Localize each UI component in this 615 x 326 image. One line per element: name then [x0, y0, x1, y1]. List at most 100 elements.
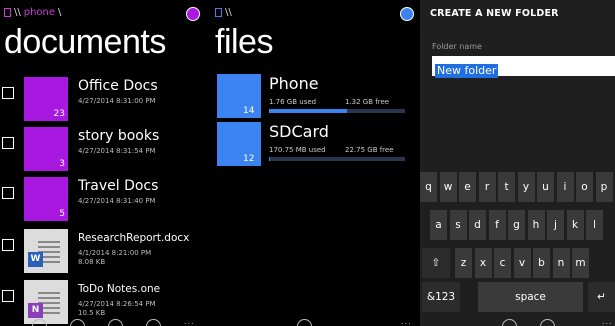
storage-free: 22.75 GB free	[345, 146, 394, 154]
key-q[interactable]: q	[420, 172, 437, 202]
space-key[interactable]: space	[478, 282, 583, 312]
storage-icon	[215, 8, 222, 17]
item-name: ToDo Notes.one	[78, 283, 161, 295]
key-e[interactable]: e	[459, 172, 476, 202]
breadcrumb-phone[interactable]: phone	[24, 7, 55, 18]
storage-used: 170.75 MB used	[269, 146, 326, 154]
key-k[interactable]: k	[566, 210, 584, 240]
breadcrumb: \\	[215, 7, 232, 18]
shift-key[interactable]: ⇧	[422, 248, 450, 278]
storage-name: SDCard	[269, 122, 329, 141]
breadcrumb-root[interactable]: \\	[225, 7, 232, 18]
phone-storage-icon: 14	[217, 74, 261, 118]
key-z[interactable]: z	[455, 248, 472, 278]
page-title: documents	[4, 23, 166, 61]
breadcrumb: \\ phone \	[4, 7, 61, 18]
folder-name-input[interactable]: New folder	[432, 56, 615, 78]
item-count: 12	[243, 154, 255, 164]
key-d[interactable]: d	[469, 210, 486, 240]
app-bar-button-1[interactable]	[502, 319, 517, 326]
more-options-icon[interactable]: ...	[401, 318, 412, 326]
app-bar: ...	[205, 316, 420, 326]
key-g[interactable]: g	[508, 210, 525, 240]
select-checkbox[interactable]	[2, 137, 14, 149]
item-name: story books	[78, 128, 160, 144]
item-date: 4/1/2014 8:21:00 PM	[78, 249, 152, 257]
key-r[interactable]: r	[478, 172, 496, 202]
storage-usage-fill	[269, 109, 347, 113]
item-name: Travel Docs	[78, 178, 159, 194]
key-b[interactable]: b	[533, 248, 550, 278]
app-bar: ...	[420, 316, 615, 326]
app-bar-button-2[interactable]	[540, 319, 555, 326]
storage-item-phone[interactable]: 14 Phone 1.76 GB used 1.32 GB free	[217, 74, 417, 124]
storage-usage-bar	[269, 157, 405, 161]
list-item[interactable]: 5 Travel Docs 4/27/2014 8:31:40 PM	[0, 177, 205, 227]
item-count: 5	[59, 209, 65, 219]
word-badge: W	[28, 252, 43, 267]
storage-free: 1.32 GB free	[345, 98, 390, 106]
storage-usage-bar	[269, 109, 405, 113]
select-checkbox[interactable]	[2, 187, 14, 199]
key-f[interactable]: f	[488, 210, 506, 240]
page-title: files	[215, 23, 273, 61]
key-w[interactable]: w	[439, 172, 457, 202]
key-v[interactable]: v	[513, 248, 531, 278]
select-checkbox[interactable]	[2, 87, 14, 99]
key-m[interactable]: m	[572, 248, 589, 278]
key-a[interactable]: a	[430, 210, 447, 240]
key-j[interactable]: j	[547, 210, 564, 240]
key-c[interactable]: c	[494, 248, 511, 278]
select-checkbox[interactable]	[2, 290, 14, 302]
phone-storage-icon	[4, 8, 11, 17]
key-u[interactable]: u	[537, 172, 554, 202]
folder-name-label: Folder name	[432, 42, 482, 51]
key-y[interactable]: y	[517, 172, 535, 202]
list-item[interactable]: W ResearchReport.docx 4/1/2014 8:21:00 P…	[0, 229, 205, 279]
item-date: 4/27/2014 8:31:54 PM	[78, 147, 156, 155]
select-checkbox[interactable]	[2, 239, 14, 251]
key-h[interactable]: h	[527, 210, 545, 240]
list-item[interactable]: 23 Office Docs 4/27/2014 8:31:00 PM	[0, 77, 205, 127]
symbols-key[interactable]: &123	[422, 282, 460, 312]
key-n[interactable]: n	[552, 248, 570, 278]
files-screen: \\ files 14 Phone 1.76 GB used 1.32 GB f…	[205, 0, 420, 326]
storage-item-sdcard[interactable]: 12 SDCard 170.75 MB used 22.75 GB free	[217, 122, 417, 172]
storage-used: 1.76 GB used	[269, 98, 317, 106]
on-screen-keyboard: qwertyuiop asdfghjkl zxcvbnm ⇧ &123 spac…	[420, 162, 615, 326]
storage-name: Phone	[269, 74, 319, 93]
app-bar-button-2[interactable]	[70, 319, 85, 326]
app-bar-button-3[interactable]	[108, 319, 123, 326]
enter-key[interactable]: ↵	[588, 282, 615, 312]
app-bar-button-1[interactable]	[297, 319, 312, 326]
folder-icon: 3	[24, 127, 68, 171]
sdcard-storage-icon: 12	[217, 122, 261, 166]
key-o[interactable]: o	[576, 172, 593, 202]
app-bar-button-1[interactable]	[32, 319, 47, 326]
folder-icon: 23	[24, 77, 68, 121]
item-name: ResearchReport.docx	[78, 232, 190, 244]
accent-indicator-icon[interactable]	[186, 7, 200, 21]
item-size: 8.08 KB	[78, 258, 106, 266]
key-l[interactable]: l	[586, 210, 603, 240]
accent-indicator-icon[interactable]	[400, 7, 414, 21]
key-i[interactable]: i	[556, 172, 574, 202]
key-t[interactable]: t	[498, 172, 515, 202]
key-x[interactable]: x	[474, 248, 492, 278]
storage-usage-fill	[269, 157, 271, 161]
item-count: 14	[243, 106, 255, 116]
app-bar-button-4[interactable]	[146, 319, 161, 326]
dialog-title: CREATE A NEW FOLDER	[430, 8, 559, 19]
list-item[interactable]: 3 story books 4/27/2014 8:31:54 PM	[0, 127, 205, 177]
more-options-icon[interactable]: ...	[184, 318, 195, 326]
documents-screen: \\ phone \ documents 23 Office Docs 4/27…	[0, 0, 205, 326]
key-s[interactable]: s	[449, 210, 467, 240]
item-count: 23	[53, 109, 65, 119]
key-p[interactable]: p	[595, 172, 613, 202]
word-document-icon: W	[24, 229, 68, 273]
breadcrumb-trail: \	[58, 7, 62, 18]
item-date: 4/27/2014 8:31:40 PM	[78, 197, 156, 205]
breadcrumb-root[interactable]: \\	[14, 7, 21, 18]
more-options-icon[interactable]: ...	[602, 318, 613, 326]
item-date: 4/27/2014 8:31:00 PM	[78, 97, 156, 105]
